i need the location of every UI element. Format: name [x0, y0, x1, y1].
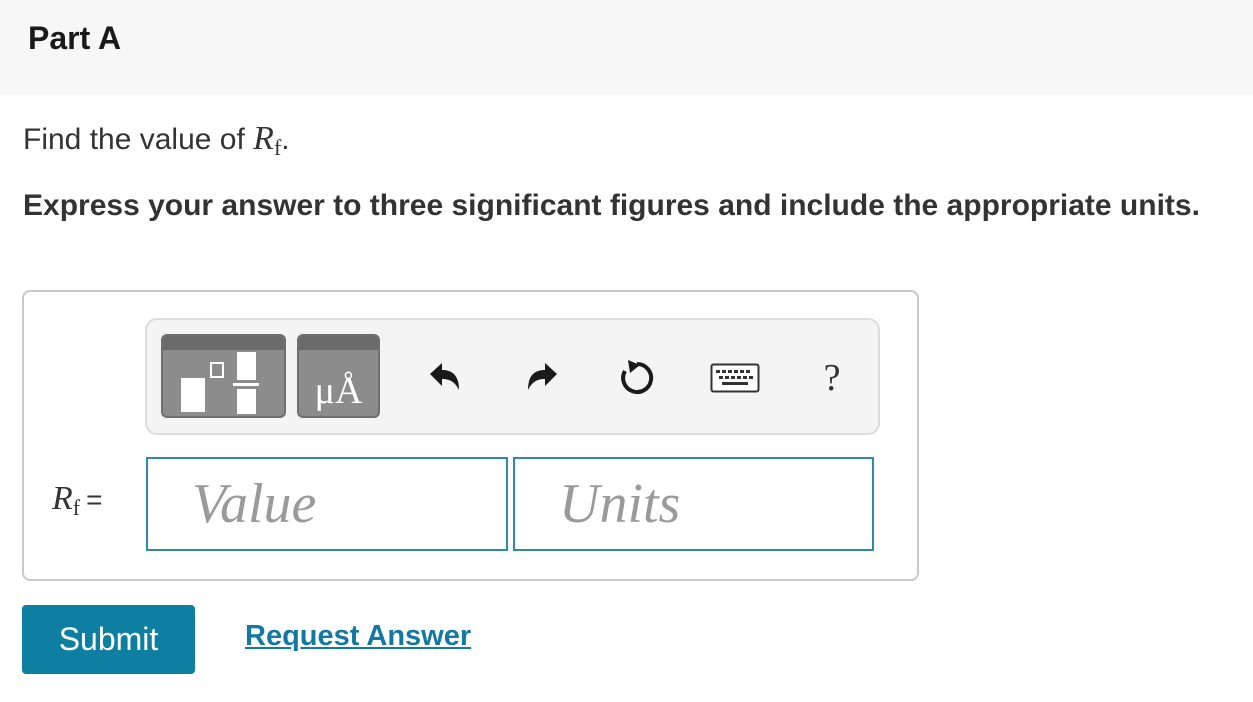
- help-icon[interactable]: ?: [812, 357, 852, 399]
- units-symbol: μÅ: [314, 370, 363, 412]
- part-title: Part A: [28, 20, 122, 56]
- submit-button[interactable]: Submit: [22, 605, 195, 674]
- question-suffix: .: [281, 123, 290, 156]
- value-input[interactable]: [146, 457, 508, 551]
- units-button-bar: [299, 336, 378, 350]
- equals-sign: =: [86, 484, 103, 515]
- undo-icon[interactable]: [425, 358, 465, 398]
- part-header: Part A: [0, 0, 1253, 95]
- question-variable-subscript: f: [273, 135, 282, 160]
- math-toolbar: μÅ ?: [145, 318, 880, 435]
- request-answer-link[interactable]: Request Answer: [245, 620, 471, 653]
- answer-box: μÅ ? Rf = Value Units: [22, 290, 919, 581]
- question-text: Find the value of Rf.: [23, 120, 290, 160]
- answer-variable-subscript: f: [72, 495, 81, 520]
- answer-variable-label: Rf =: [52, 480, 103, 520]
- units-input[interactable]: [513, 457, 874, 551]
- templates-button-bar: [163, 336, 284, 350]
- units-button[interactable]: μÅ: [297, 334, 380, 418]
- reset-icon[interactable]: [617, 358, 657, 398]
- redo-icon[interactable]: [522, 358, 562, 398]
- answer-instruction: Express your answer to three significant…: [23, 189, 1200, 222]
- templates-button[interactable]: [161, 334, 286, 418]
- keyboard-icon[interactable]: [709, 358, 761, 398]
- question-prefix: Find the value of: [23, 123, 254, 156]
- answer-variable: R: [52, 480, 73, 517]
- question-variable: R: [253, 120, 274, 157]
